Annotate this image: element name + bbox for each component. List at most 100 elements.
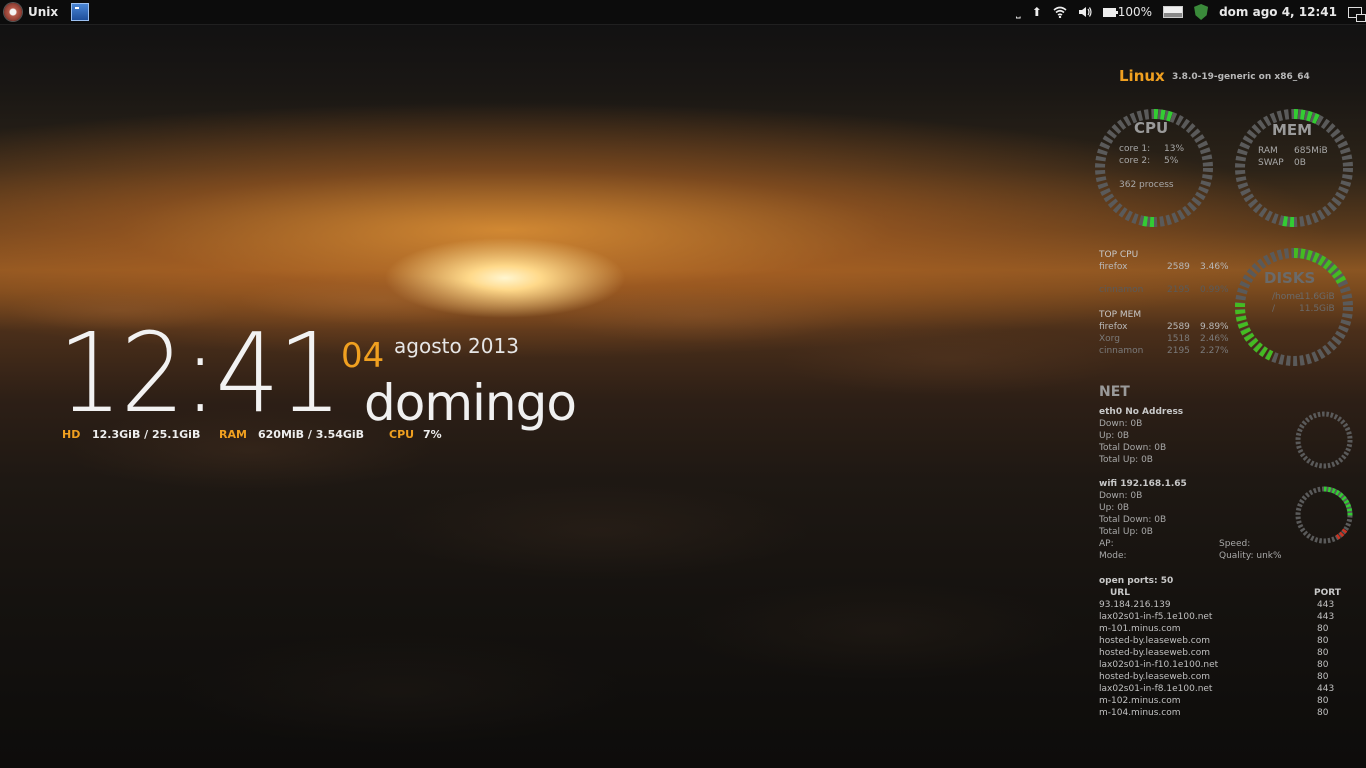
port-column-header: PORT xyxy=(1314,588,1341,598)
cpu-ring-title: CPU xyxy=(1134,119,1169,137)
wifi-total-down: Total Down: 0B xyxy=(1099,515,1167,525)
top-panel: Unix ⎵ ⬆ 100% dom ago 4, 12:41 xyxy=(0,0,1366,25)
core1-value: 13% xyxy=(1164,144,1185,154)
eth0-total-up: Total Up: 0B xyxy=(1099,455,1153,465)
eth0-ring xyxy=(1295,411,1353,469)
os-name: Linux xyxy=(1119,67,1165,85)
battery-indicator[interactable]: 100% xyxy=(1102,5,1153,19)
port-number: 80 xyxy=(1317,672,1329,682)
proc-pid: 2195 xyxy=(1167,346,1190,356)
cpu-label: CPU xyxy=(389,428,415,441)
url-column-header: URL xyxy=(1110,588,1130,598)
terminal-launcher-icon[interactable] xyxy=(71,3,89,21)
port-url: m-104.minus.com xyxy=(1099,708,1181,718)
swap-label: SWAP xyxy=(1258,158,1284,168)
port-row: m-104.minus.com 80 xyxy=(1099,708,1349,720)
workspace-icon[interactable]: ⎵ xyxy=(1016,0,1021,24)
drive-icon[interactable] xyxy=(1163,6,1184,18)
shield-icon[interactable] xyxy=(1194,4,1209,20)
process-count: 362 process xyxy=(1119,180,1174,190)
proc-pid: 2195 xyxy=(1167,285,1190,295)
menu-label: Unix xyxy=(28,5,59,19)
port-url: hosted-by.leaseweb.com xyxy=(1099,672,1211,682)
battery-icon xyxy=(1102,7,1118,17)
port-number: 443 xyxy=(1317,684,1335,694)
proc-name: cinnamon xyxy=(1099,346,1144,356)
port-number: 80 xyxy=(1317,648,1329,658)
port-url: 93.184.216.139 xyxy=(1099,600,1171,610)
wifi-up: Up: 0B xyxy=(1099,503,1130,513)
hd-value: 12.3GiB / 25.1GiB xyxy=(92,428,201,441)
port-number: 443 xyxy=(1317,612,1335,622)
port-url: lax02s01-in-f8.1e100.net xyxy=(1099,684,1213,694)
eth0-header: eth0 No Address xyxy=(1099,407,1184,417)
proc-value: 9.89% xyxy=(1200,322,1229,332)
port-number: 443 xyxy=(1317,600,1335,610)
port-number: 80 xyxy=(1317,708,1329,718)
port-url: hosted-by.leaseweb.com xyxy=(1099,648,1211,658)
proc-name: Xorg xyxy=(1099,334,1120,344)
menu-button[interactable]: Unix xyxy=(4,2,58,22)
proc-pid: 2589 xyxy=(1167,262,1190,272)
eth0-total-down: Total Down: 0B xyxy=(1099,443,1167,453)
port-row: m-102.minus.com 80 xyxy=(1099,696,1349,708)
port-number: 80 xyxy=(1317,660,1329,670)
ports-list: 93.184.216.139 443 lax02s01-in-f5.1e100.n… xyxy=(1099,600,1349,720)
update-arrow-icon[interactable]: ⬆ xyxy=(1032,0,1042,24)
proc-name: firefox xyxy=(1099,322,1128,332)
home-label: /home xyxy=(1272,292,1301,302)
net-title: NET xyxy=(1099,384,1130,400)
port-number: 80 xyxy=(1317,636,1329,646)
port-url: m-101.minus.com xyxy=(1099,624,1181,634)
desktop-clock-month-year: agosto 2013 xyxy=(394,334,519,358)
port-row: lax02s01-in-f5.1e100.net 443 xyxy=(1099,612,1349,624)
port-url: lax02s01-in-f10.1e100.net xyxy=(1099,660,1219,670)
port-row: hosted-by.leaseweb.com 80 xyxy=(1099,636,1349,648)
port-row: hosted-by.leaseweb.com 80 xyxy=(1099,648,1349,660)
disks-ring xyxy=(1235,248,1353,366)
desktop-clock-weekday: domingo xyxy=(364,374,577,432)
conky-panel: Linux 3.8.0-19-generic on x86_64 CPU cor… xyxy=(1090,60,1360,740)
core2-value: 5% xyxy=(1164,156,1179,166)
wifi-ring xyxy=(1295,486,1353,544)
port-row: lax02s01-in-f8.1e100.net 443 xyxy=(1099,684,1349,696)
proc-pid: 2589 xyxy=(1167,322,1190,332)
port-row: m-101.minus.com 80 xyxy=(1099,624,1349,636)
ram-label-conky: RAM xyxy=(1258,146,1278,156)
show-desktop-icon[interactable] xyxy=(1348,6,1366,22)
panel-clock[interactable]: dom ago 4, 12:41 xyxy=(1219,5,1337,19)
cpu-value: 7% xyxy=(423,428,442,441)
port-number: 80 xyxy=(1317,624,1329,634)
proc-pid: 1518 xyxy=(1167,334,1190,344)
proc-value: 0.99% xyxy=(1200,285,1229,295)
top-mem-title: TOP MEM xyxy=(1099,310,1142,320)
system-tray: ⎵ ⬆ 100% dom ago 4, 12:41 xyxy=(1016,0,1366,24)
proc-value: 3.46% xyxy=(1200,262,1229,272)
kernel-info: 3.8.0-19-generic on x86_64 xyxy=(1172,72,1310,82)
battery-percent: 100% xyxy=(1117,5,1153,19)
desktop-clock-day: 04 xyxy=(341,336,385,376)
port-row: 93.184.216.139 443 xyxy=(1099,600,1349,612)
wifi-mode: Mode: xyxy=(1099,551,1127,561)
core2-label: core 2: xyxy=(1119,156,1151,166)
port-row: lax02s01-in-f10.1e100.net 80 xyxy=(1099,660,1349,672)
mem-ring-title: MEM xyxy=(1272,121,1313,139)
wifi-down: Down: 0B xyxy=(1099,491,1143,501)
wifi-icon[interactable] xyxy=(1053,6,1067,18)
port-row: hosted-by.leaseweb.com 80 xyxy=(1099,672,1349,684)
hd-label: HD xyxy=(62,428,81,441)
swap-value: 0B xyxy=(1294,158,1306,168)
eth0-up: Up: 0B xyxy=(1099,431,1130,441)
proc-value: 2.46% xyxy=(1200,334,1229,344)
ram-value-conky: 685MiB xyxy=(1294,146,1328,156)
ram-label: RAM xyxy=(219,428,247,441)
volume-icon[interactable] xyxy=(1078,6,1092,18)
port-number: 80 xyxy=(1317,696,1329,706)
wifi-speed: Speed: xyxy=(1219,539,1251,549)
home-value: 11.6GiB xyxy=(1299,292,1335,302)
eth0-down: Down: 0B xyxy=(1099,419,1143,429)
proc-name: cinnamon xyxy=(1099,285,1144,295)
root-label: / xyxy=(1272,304,1276,314)
ram-value: 620MiB / 3.54GiB xyxy=(258,428,365,441)
port-url: hosted-by.leaseweb.com xyxy=(1099,636,1211,646)
